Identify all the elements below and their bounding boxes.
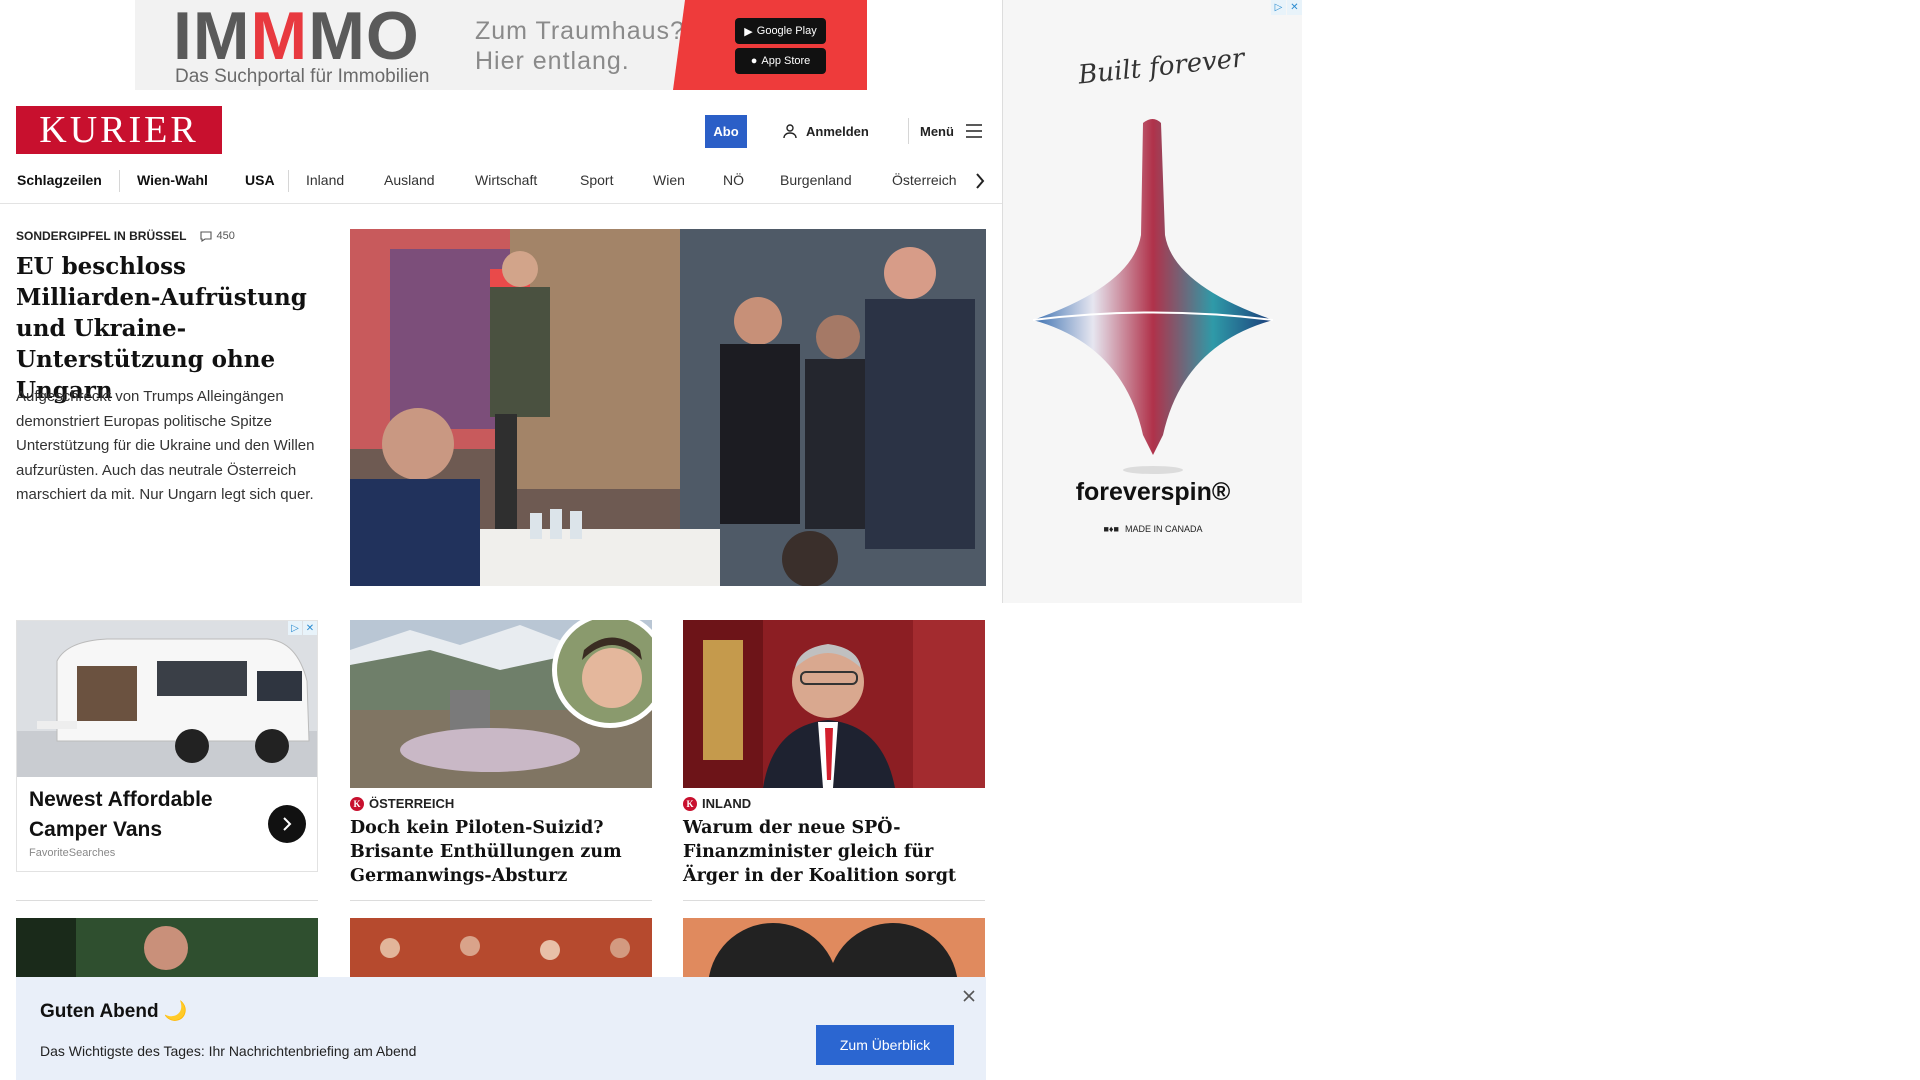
finanzminister-card-image[interactable] <box>683 620 985 788</box>
briefing-overview-button[interactable]: Zum Überblick <box>816 1025 954 1065</box>
immmo-red-panel <box>673 0 867 90</box>
ad-choices-badge[interactable]: ▷ ✕ <box>1271 0 1302 15</box>
google-play-badge[interactable]: ▶ Google Play <box>735 18 826 44</box>
crowd-illustration <box>350 918 652 978</box>
abo-button[interactable]: Abo <box>705 115 747 148</box>
briefing-title: Guten Abend 🌙 <box>40 1001 188 1022</box>
play-icon: ▶ <box>744 25 753 38</box>
evening-briefing-banner: Guten Abend 🌙 Das Wichtigste des Tages: … <box>16 977 986 1080</box>
nav-item-wirtschaft[interactable]: Wirtschaft <box>475 172 537 188</box>
next-card-image-2[interactable] <box>350 918 652 978</box>
kurier-k-icon: K <box>683 796 697 811</box>
login-label: Anmelden <box>806 123 869 139</box>
ad-choices-badge[interactable]: ▷ ✕ <box>288 621 317 635</box>
camper-ad-title: Newest Affordable Camper Vans <box>29 788 213 841</box>
row-divider <box>350 900 652 901</box>
next-card-image-1[interactable] <box>16 918 318 978</box>
immmo-logo: IMMMO <box>173 0 420 74</box>
ad-close-icon: ✕ <box>1287 0 1302 15</box>
card-kicker-oesterreich[interactable]: K ÖSTERREICH <box>350 796 454 811</box>
immmo-tagline: Das Suchportal für Immobilien <box>175 66 430 87</box>
nav-item-wien-wahl[interactable]: Wien-Wahl <box>137 172 208 188</box>
nav-item-sport[interactable]: Sport <box>580 172 613 188</box>
nav-item-inland[interactable]: Inland <box>306 172 344 188</box>
germanwings-headline[interactable]: Doch kein Piloten-Suizid? Brisante Enthü… <box>350 816 652 888</box>
chevron-right-icon <box>976 173 985 189</box>
camper-van-ad[interactable]: ▷ ✕ Newest Affordable Camper Vans Favorit… <box>16 620 318 872</box>
comment-count[interactable]: 450 <box>200 230 235 242</box>
row-divider <box>683 900 985 901</box>
camper-ad-arrow-button[interactable] <box>268 805 306 843</box>
immmo-banner-ad[interactable]: IMMMO Das Suchportal für Immobilien Zum … <box>135 0 867 90</box>
header-divider <box>908 118 909 144</box>
login-button[interactable]: Anmelden <box>782 120 869 142</box>
graphic-illustration <box>683 918 985 978</box>
user-icon <box>783 124 797 139</box>
lead-photo-illustration <box>350 229 986 586</box>
finanzminister-headline[interactable]: Warum der neue SPÖ-Finanzminister gleich… <box>683 816 985 888</box>
canada-flag-icon: ■♦■ <box>1103 524 1119 534</box>
close-icon <box>963 990 975 1002</box>
lead-kicker[interactable]: SONDERGIPFEL IN BRÜSSEL 450 <box>16 229 235 243</box>
nav-item-wien[interactable]: Wien <box>653 172 685 188</box>
app-store-badge[interactable]: ● App Store <box>735 48 826 74</box>
nav-item-noe[interactable]: NÖ <box>723 172 744 188</box>
lead-kicker-label: SONDERGIPFEL IN BRÜSSEL <box>16 229 187 243</box>
hamburger-icon <box>965 124 982 138</box>
lead-photo[interactable] <box>350 229 986 586</box>
germanwings-card-image[interactable] <box>350 620 652 788</box>
briefing-text: Das Wichtigste des Tages: Ihr Nachrichte… <box>40 1043 417 1059</box>
nav-item-burgenland[interactable]: Burgenland <box>780 172 852 188</box>
nav-separator <box>119 170 120 192</box>
foreverspin-brand: foreverspin® <box>1075 478 1231 506</box>
ad-info-icon: ▷ <box>1271 0 1286 15</box>
menu-button[interactable]: Menü <box>920 120 982 142</box>
chevron-right-icon <box>283 817 292 831</box>
immmo-claim: Zum Traumhaus? Hier entlang. <box>475 17 685 75</box>
nav-item-schlagzeilen[interactable]: Schlagzeilen <box>17 172 102 188</box>
card-kicker-inland[interactable]: K INLAND <box>683 796 751 811</box>
foreverspin-script: Built forever <box>1076 43 1246 91</box>
next-card-image-3[interactable] <box>683 918 985 978</box>
made-in-canada: ■♦■ MADE IN CANADA <box>1103 524 1203 534</box>
lead-teaser: Aufgeschreckt von Trumps Alleingängen de… <box>16 388 315 503</box>
nav-next-button[interactable] <box>970 168 990 194</box>
foreverspin-ad[interactable]: ▷ ✕ Built forever foreverspin® ■♦■ MADE I… <box>1002 0 1302 603</box>
card-kicker-label: INLAND <box>702 796 752 811</box>
ad-close-icon: ✕ <box>303 621 317 635</box>
comment-count-value: 450 <box>216 230 235 242</box>
football-illustration <box>16 918 318 978</box>
nav-item-ausland[interactable]: Ausland <box>384 172 435 188</box>
ad-info-icon: ▷ <box>288 621 302 635</box>
nav-item-usa[interactable]: USA <box>245 172 275 188</box>
camper-van-image <box>17 621 317 777</box>
portrait-illustration <box>683 620 985 788</box>
menu-label: Menü <box>920 123 954 139</box>
kurier-logo[interactable]: KURIER <box>16 106 222 154</box>
apple-icon: ● <box>750 55 758 67</box>
lead-headline[interactable]: EU beschloss Milliarden-Aufrüstung und U… <box>16 251 326 406</box>
briefing-close-button[interactable] <box>960 987 978 1005</box>
spinning-top-image <box>1032 119 1274 474</box>
memorial-illustration <box>350 620 652 788</box>
card-kicker-label: ÖSTERREICH <box>369 796 455 811</box>
page: IMMMO Das Suchportal für Immobilien Zum … <box>0 0 1920 1080</box>
nav-item-oesterreich[interactable]: Österreich <box>892 172 957 188</box>
row-divider <box>16 900 318 901</box>
comment-icon <box>200 230 213 242</box>
main-navigation: Schlagzeilen Wien-Wahl USA Inland Auslan… <box>0 166 1002 204</box>
kurier-k-icon: K <box>350 796 364 811</box>
nav-separator <box>288 170 289 192</box>
camper-ad-source: FavoriteSearches <box>29 847 116 859</box>
